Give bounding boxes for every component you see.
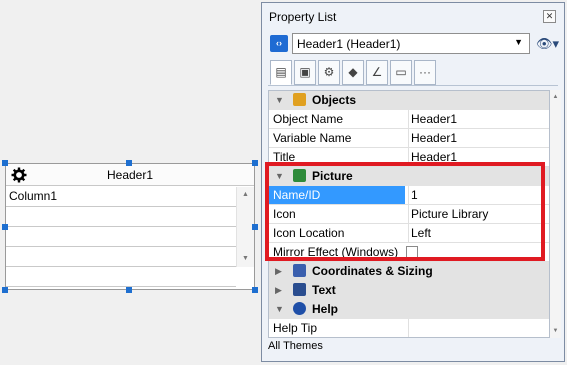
property-scrollbar[interactable]: ▲ ▼ <box>550 90 561 338</box>
property-row[interactable]: Object Name Header1 <box>269 110 549 129</box>
table-row[interactable] <box>6 247 236 267</box>
property-row[interactable]: Help Tip <box>269 319 549 337</box>
close-icon[interactable]: ✕ <box>543 10 556 23</box>
object-selector-value: Header1 (Header1) <box>297 37 401 51</box>
property-row[interactable]: Variable Name Header1 <box>269 129 549 148</box>
more-tab[interactable]: ··· <box>414 60 436 85</box>
objects-icon <box>293 93 306 106</box>
resize-handle[interactable] <box>252 287 258 293</box>
resize-handle[interactable] <box>126 287 132 293</box>
expand-icon[interactable]: ▶ <box>275 262 282 281</box>
table-row[interactable]: Column1 <box>6 187 236 207</box>
property-name: Variable Name <box>273 131 352 145</box>
scroll-down-icon[interactable]: ▼ <box>550 326 561 336</box>
navigate-icon[interactable]: ‹› <box>270 35 288 52</box>
collapse-icon[interactable]: ▼ <box>275 91 284 110</box>
properties-tab[interactable]: ▤ <box>270 60 292 85</box>
themes-footer[interactable]: All Themes <box>268 340 323 352</box>
section-help[interactable]: ▼ Help <box>269 300 549 319</box>
display-tab[interactable]: ▭ <box>390 60 412 85</box>
property-name: Help Tip <box>273 321 318 335</box>
property-name: Object Name <box>273 112 344 126</box>
expand-icon[interactable]: ▶ <box>275 281 282 300</box>
property-value[interactable]: Header1 <box>408 110 549 128</box>
highlight-box <box>265 162 545 261</box>
table-row[interactable] <box>6 267 236 287</box>
property-value[interactable]: Header1 <box>408 129 549 147</box>
grid-header[interactable]: Header1 <box>6 164 254 186</box>
eye-icon[interactable]: 👁▾ <box>536 36 562 52</box>
help-icon <box>293 302 306 315</box>
object-selector-dropdown[interactable]: Header1 (Header1) ▼ <box>292 33 530 54</box>
property-toolbar: ▤ ▣ ⚙ ◆ ∠ ▭ ··· <box>268 60 558 86</box>
table-row[interactable] <box>6 227 236 247</box>
window-title: Property List <box>269 10 337 24</box>
shapes-tab[interactable]: ◆ <box>342 60 364 85</box>
scroll-up-icon[interactable]: ▲ <box>237 187 254 203</box>
section-objects[interactable]: ▼ Objects <box>269 91 549 110</box>
coordinates-icon <box>293 264 306 277</box>
resize-handle[interactable] <box>2 287 8 293</box>
settings-tab[interactable]: ⚙ <box>318 60 340 85</box>
scroll-down-icon[interactable]: ▼ <box>237 251 254 267</box>
resize-handle[interactable] <box>252 160 258 166</box>
object-selector-row: ‹› Header1 (Header1) ▼ 👁▾ <box>270 33 559 55</box>
property-value[interactable] <box>408 319 549 337</box>
grid-header-title: Header1 <box>106 168 154 182</box>
collapse-icon[interactable]: ▼ <box>275 300 284 319</box>
appearance-tab[interactable]: ▣ <box>294 60 316 85</box>
resize-handle[interactable] <box>2 224 8 230</box>
grid-body[interactable]: Column1 <box>6 187 236 289</box>
grid-widget[interactable]: Header1 Column1 ▲ ▼ <box>5 163 255 290</box>
resize-handle[interactable] <box>2 160 8 166</box>
scroll-up-icon[interactable]: ▲ <box>550 92 561 102</box>
text-icon <box>293 283 306 296</box>
section-text[interactable]: ▶ Text <box>269 281 549 300</box>
section-coordinates[interactable]: ▶ Coordinates & Sizing <box>269 262 549 281</box>
chart-tab[interactable]: ∠ <box>366 60 388 85</box>
table-row[interactable] <box>6 207 236 227</box>
resize-handle[interactable] <box>252 224 258 230</box>
chevron-down-icon: ▼ <box>514 37 523 47</box>
resize-handle[interactable] <box>126 160 132 166</box>
